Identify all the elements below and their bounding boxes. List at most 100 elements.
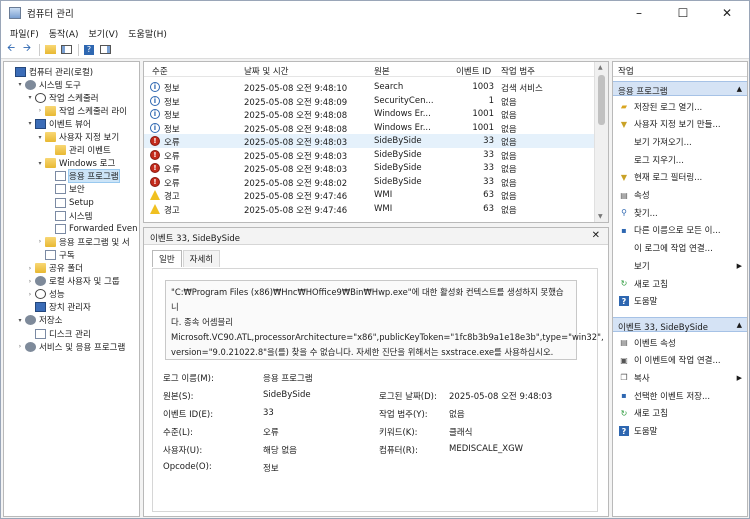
computer-management-window: 컴퓨터 관리 – ☐ ✕ 파일(F) 동작(A) 보기(V) 도움말(H) 🡨 … xyxy=(0,0,750,519)
minimize-button[interactable]: – xyxy=(617,1,661,25)
tree-item[interactable]: ▾ 시스템 도구 xyxy=(16,78,81,91)
event-level: 경고 xyxy=(164,205,180,216)
action-help[interactable]: ? 도움말 xyxy=(613,294,747,309)
tab-general[interactable]: 일반 xyxy=(152,250,182,267)
tree-item[interactable]: ▾ 저장소 xyxy=(16,314,62,327)
action-save[interactable]: ▪ 다른 이름으로 모든 이... xyxy=(613,223,747,238)
event-row[interactable]: ! 오류 2025-05-08 오전 9:48:02 SideBySide 33 없음 xyxy=(144,175,594,189)
close-button[interactable]: ✕ xyxy=(705,1,749,25)
back-arrow-icon[interactable]: 🡨 xyxy=(4,43,18,57)
log-icon xyxy=(55,197,66,208)
tree-item[interactable]: Forwarded Even xyxy=(46,222,138,235)
column-task-category[interactable]: 작업 범주 xyxy=(501,65,535,77)
expand-toggle-icon[interactable]: ▾ xyxy=(36,160,44,167)
action-refresh[interactable]: ↻ 새로 고침 xyxy=(613,276,747,291)
actions-section-application[interactable]: 응용 프로그램 ▲ xyxy=(613,81,747,97)
tree-item[interactable]: ▾ 사용자 지정 보기 xyxy=(36,131,119,144)
column-event-id[interactable]: 이벤트 ID xyxy=(456,65,491,77)
event-row[interactable]: 경고 2025-05-08 오전 9:47:46 WMI 63 없음 xyxy=(144,188,594,202)
event-row[interactable]: ! 오류 2025-05-08 오전 9:48:03 SideBySide 33 없음 xyxy=(144,148,594,162)
action-refresh[interactable]: ↻ 새로 고침 xyxy=(613,406,747,421)
expand-toggle-icon[interactable]: › xyxy=(26,291,34,298)
action-save[interactable]: ▪ 선택한 이벤트 저장... xyxy=(613,388,747,403)
event-list-scrollbar[interactable]: ▲ ▼ xyxy=(594,62,608,222)
tree-item[interactable]: › 성능 xyxy=(26,288,65,301)
help-icon[interactable]: ? xyxy=(82,43,96,57)
expand-toggle-icon[interactable]: › xyxy=(26,265,34,272)
tree-item[interactable]: ▾ Windows 로그 xyxy=(36,157,115,170)
action-label: 다른 이름으로 모든 이... xyxy=(634,226,721,237)
tree-item[interactable]: 시스템 xyxy=(46,209,92,222)
action-help[interactable]: ? 도움말 xyxy=(613,424,747,439)
tree-item[interactable]: › 공유 폴더 xyxy=(26,262,83,275)
tree-item[interactable]: › 작업 스케줄러 라이 xyxy=(36,104,127,117)
collapse-arrow-icon[interactable]: ▲ xyxy=(737,85,742,93)
menu-file[interactable]: 파일(F) xyxy=(10,27,39,40)
tree-item[interactable]: › 서비스 및 응용 프로그램 xyxy=(16,340,125,353)
column-date-time[interactable]: 날짜 및 시간 xyxy=(244,65,289,77)
show-hide-tree-icon[interactable] xyxy=(59,43,73,57)
event-row[interactable]: i 정보 2025-05-08 오전 9:48:09 SecurityCen... 1 없… xyxy=(144,94,594,108)
event-id: 1001 xyxy=(472,109,494,120)
action-open-folder[interactable]: ▰ 저장된 로그 열기... xyxy=(613,99,747,114)
tree-item[interactable]: Setup xyxy=(46,196,94,209)
tab-details[interactable]: 자세히 xyxy=(182,250,221,267)
forward-arrow-icon[interactable]: 🡪 xyxy=(20,43,34,57)
expand-toggle-icon[interactable]: › xyxy=(16,343,24,350)
tree-item[interactable]: 응용 프로그램 xyxy=(46,169,120,184)
action-item[interactable]: 이 로그에 작업 연결... xyxy=(613,241,747,256)
event-row[interactable]: 경고 2025-05-08 오전 9:47:46 WMI 63 없음 xyxy=(144,202,594,216)
expand-toggle-icon[interactable]: ▾ xyxy=(26,94,34,101)
action-item[interactable]: 보기 가져오기... xyxy=(613,134,747,149)
event-row[interactable]: i 정보 2025-05-08 오전 9:48:08 Windows Er... 100… xyxy=(144,121,594,135)
tree-item[interactable]: ▾ 이벤트 뷰어 xyxy=(26,117,91,130)
event-row[interactable]: ! 오류 2025-05-08 오전 9:48:03 SideBySide 33 없음 xyxy=(144,161,594,175)
tree-item-label: 서비스 및 응용 프로그램 xyxy=(39,342,126,353)
column-level[interactable]: 수준 xyxy=(152,65,168,77)
event-row[interactable]: i 정보 2025-05-08 오전 9:48:10 Search 1003 검색 서비스 xyxy=(144,80,594,94)
tree-item[interactable]: › 로컬 사용자 및 그룹 xyxy=(26,275,120,288)
tree-item[interactable]: 보안 xyxy=(46,183,85,196)
expand-toggle-icon[interactable]: ▾ xyxy=(26,120,34,127)
action-label: 도움말 xyxy=(634,427,658,437)
tree-item-label: Setup xyxy=(69,197,94,208)
user-value: 해당 없음 xyxy=(263,446,297,456)
action-item[interactable]: 로그 지우기... xyxy=(613,152,747,167)
event-row[interactable]: ! 오류 2025-05-08 오전 9:48:03 SideBySide 33 없음 xyxy=(144,134,594,148)
show-action-pane-icon[interactable] xyxy=(98,43,112,57)
expand-toggle-icon[interactable]: › xyxy=(26,278,34,285)
action-properties[interactable]: ▤ 이벤트 속성 xyxy=(613,335,747,350)
close-detail-icon[interactable]: ✕ xyxy=(592,230,600,241)
event-message[interactable]: "C:₩Program Files (x86)₩Hnc₩HOffice9₩Bin… xyxy=(165,280,604,360)
action-task[interactable]: ▣ 이 이벤트에 작업 연결... xyxy=(613,353,747,368)
expand-toggle-icon[interactable]: › xyxy=(36,107,44,114)
actions-section-event[interactable]: 이벤트 33, SideBySide ▲ xyxy=(613,317,747,333)
expand-toggle-icon[interactable]: ▾ xyxy=(16,317,24,324)
tree-item[interactable]: 디스크 관리 xyxy=(26,327,91,340)
maximize-button[interactable]: ☐ xyxy=(661,1,705,25)
action-properties[interactable]: ▤ 속성 xyxy=(613,188,747,203)
tree-item[interactable]: 구독 xyxy=(36,248,75,261)
action-filter[interactable]: ▼ 현재 로그 필터링... xyxy=(613,170,747,185)
tree-item[interactable]: 관리 이벤트 xyxy=(46,144,111,157)
up-folder-icon[interactable] xyxy=(43,43,57,57)
collapse-arrow-icon[interactable]: ▲ xyxy=(737,321,742,329)
expand-toggle-icon[interactable]: ▾ xyxy=(36,134,44,141)
tree-item[interactable]: 컴퓨터 관리(로컬) xyxy=(6,65,93,78)
action-copy[interactable]: ❐ 복사 ▶ xyxy=(613,370,747,385)
expand-toggle-icon[interactable]: › xyxy=(36,238,44,245)
tree-item[interactable]: ▾ 작업 스케줄러 xyxy=(26,91,99,104)
expand-toggle-icon[interactable]: ▾ xyxy=(16,81,24,88)
log-name-value: 응용 프로그램 xyxy=(263,374,313,384)
tree-item[interactable]: › 응용 프로그램 및 서 xyxy=(36,235,130,248)
tree-item[interactable]: 장치 관리자 xyxy=(26,301,91,314)
action-item[interactable]: 보기 ▶ xyxy=(613,258,747,273)
action-filter[interactable]: ▼ 사용자 지정 보기 만들... xyxy=(613,117,747,132)
action-find[interactable]: ⚲ 찾기... xyxy=(613,205,747,220)
column-source[interactable]: 원본 xyxy=(374,65,390,77)
menu-action[interactable]: 동작(A) xyxy=(49,27,79,40)
event-row[interactable]: i 정보 2025-05-08 오전 9:48:08 Windows Er... 100… xyxy=(144,107,594,121)
error-icon: ! xyxy=(150,136,160,147)
menu-view[interactable]: 보기(V) xyxy=(89,27,119,40)
menu-help[interactable]: 도움말(H) xyxy=(128,27,167,40)
